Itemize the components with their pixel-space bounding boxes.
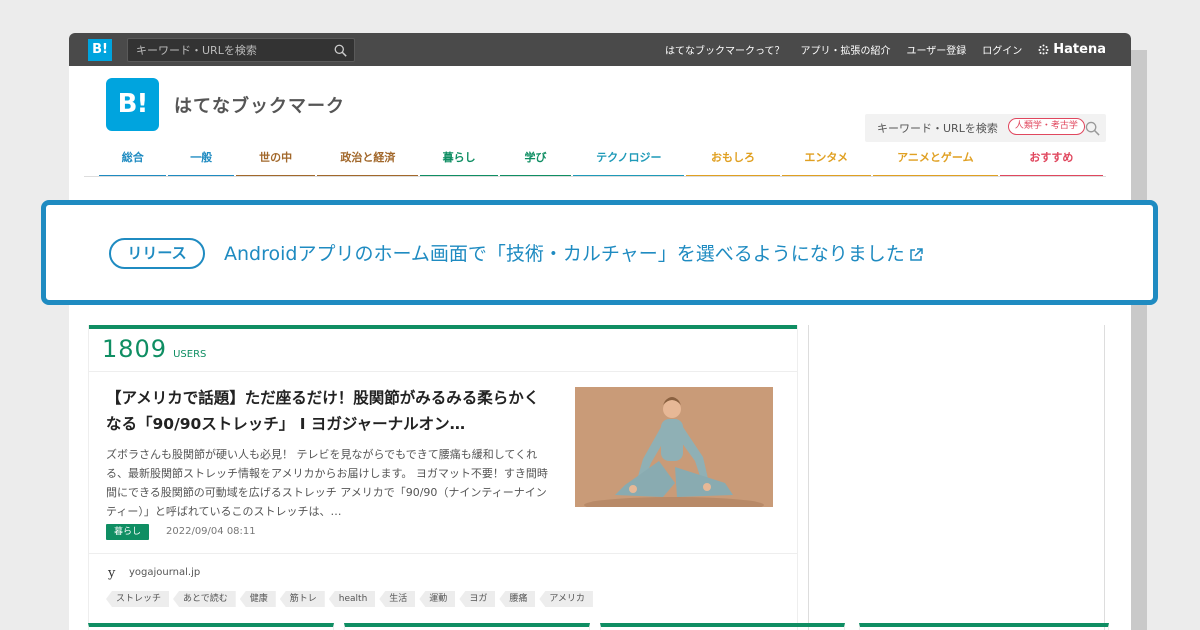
sidebar-column bbox=[808, 325, 1105, 630]
category-tab-label: 一般 bbox=[190, 151, 213, 164]
category-tab[interactable]: おもしろ bbox=[686, 150, 780, 177]
category-tab[interactable]: 学び bbox=[499, 150, 572, 177]
search-icon[interactable] bbox=[1085, 121, 1100, 136]
entry-card-preview bbox=[344, 623, 590, 630]
bookmark-users[interactable]: 1809 USERS bbox=[102, 335, 206, 363]
category-tab-label: テクノロジー bbox=[596, 151, 662, 164]
category-divider bbox=[84, 176, 1106, 177]
users-label: USERS bbox=[173, 349, 207, 360]
window-shadow bbox=[1131, 50, 1147, 630]
search-icon[interactable] bbox=[334, 44, 347, 57]
external-link-icon bbox=[909, 247, 923, 261]
nav-login[interactable]: ログイン bbox=[982, 42, 1022, 57]
entry-tags: ストレッチ あとで読む 健康 筋トレ health 生活 運動 ヨガ 腰痛 アメリカ bbox=[106, 591, 593, 607]
entry-tag[interactable]: ストレッチ bbox=[106, 591, 170, 607]
global-search-input[interactable] bbox=[128, 39, 354, 62]
entry-tag[interactable]: アメリカ bbox=[539, 591, 593, 607]
entry-card-preview bbox=[859, 623, 1109, 630]
category-tab[interactable]: 一般 bbox=[168, 150, 234, 177]
entry-thumbnail[interactable] bbox=[575, 387, 773, 507]
release-announcement[interactable]: リリース Androidアプリのホーム画面で「技術・カルチャー」を選べるようにな… bbox=[41, 200, 1158, 305]
hatena-logo[interactable]: Hatena bbox=[1038, 42, 1106, 57]
next-entries-row bbox=[88, 623, 1109, 630]
category-tab-label: 政治と経済 bbox=[340, 151, 396, 164]
category-tab[interactable]: 暮らし bbox=[420, 150, 498, 177]
hatena-bookmark-small-logo[interactable]: B! bbox=[88, 39, 112, 61]
category-tab-label: アニメとゲーム bbox=[897, 151, 974, 164]
category-tab[interactable]: テクノロジー bbox=[573, 150, 685, 177]
hatena-logo-text: Hatena bbox=[1053, 42, 1106, 57]
entry-card-preview bbox=[88, 623, 334, 630]
category-tab-label: 総合 bbox=[121, 151, 144, 164]
nav-about[interactable]: はてなブックマークって？ bbox=[665, 42, 785, 57]
category-tab[interactable]: おすすめ 人類学・考古学 bbox=[999, 118, 1103, 177]
category-tab-label: エンタメ bbox=[804, 151, 849, 164]
entry-tag[interactable]: あとで読む bbox=[173, 591, 236, 607]
global-nav: はてなブックマークって？ アプリ・拡張の紹介 ユーザー登録 ログイン Haten… bbox=[665, 33, 1106, 66]
users-count: 1809 bbox=[102, 335, 168, 363]
global-search bbox=[127, 38, 355, 62]
entry-summary: ズボラさんも股関節が硬い人も必見！ テレビを見ながらでもできて腰痛も緩和してくれ… bbox=[106, 448, 548, 518]
announcement-message[interactable]: Androidアプリのホーム画面で「技術・カルチャー」を選べるようになりました bbox=[224, 239, 924, 269]
category-tab[interactable]: 世の中 bbox=[235, 150, 316, 177]
category-tab[interactable]: エンタメ bbox=[781, 150, 871, 177]
category-tab-label: おすすめ bbox=[1029, 151, 1074, 164]
site-favicon-icon: y bbox=[108, 566, 116, 581]
announcement-text: Androidアプリのホーム画面で「技術・カルチャー」を選べるようになりました bbox=[224, 243, 905, 265]
category-tab-label: 暮らし bbox=[442, 151, 476, 164]
nav-apps[interactable]: アプリ・拡張の紹介 bbox=[800, 42, 890, 57]
recommend-topic-badge[interactable]: 人類学・考古学 bbox=[1007, 118, 1085, 135]
global-header: B! はてなブックマークって？ アプリ・拡張の紹介 ユーザー登録 ログイン Ha… bbox=[69, 33, 1131, 66]
entry-tag[interactable]: 腰痛 bbox=[499, 591, 536, 607]
entry-tag[interactable]: 健康 bbox=[239, 591, 276, 607]
entry-title[interactable]: 【アメリカで話題】ただ座るだけ！股関節がみるみる柔らかくなる「90/90ストレッ… bbox=[106, 385, 546, 437]
category-nav: 総合 一般 世の中 政治と経済 暮らし 学び テクノロジー おもしろ エンタメ アニメとゲーム おす… bbox=[99, 118, 1105, 177]
entry-card-preview bbox=[600, 623, 845, 630]
category-tab-label: 世の中 bbox=[259, 151, 293, 164]
category-tab[interactable]: アニメとゲーム bbox=[872, 150, 998, 177]
hatena-dots-icon bbox=[1038, 44, 1049, 55]
entry-tag[interactable]: 運動 bbox=[419, 591, 456, 607]
category-tab[interactable]: 政治と経済 bbox=[317, 150, 419, 177]
entry-card: 1809 USERS 【アメリカで話題】ただ座るだけ！股関節がみるみる柔らかくな… bbox=[88, 325, 798, 630]
entry-tag[interactable]: ヨガ bbox=[459, 591, 496, 607]
entry-tag[interactable]: 生活 bbox=[379, 591, 416, 607]
entry-date: 2022/09/04 08:11 bbox=[166, 526, 256, 537]
entry-divider bbox=[89, 553, 797, 554]
entry-divider bbox=[89, 371, 797, 372]
entry-tag[interactable]: 筋トレ bbox=[279, 591, 325, 607]
nav-signup[interactable]: ユーザー登録 bbox=[906, 42, 966, 57]
entry-domain[interactable]: yogajournal.jp bbox=[129, 567, 200, 578]
entry-tag[interactable]: health bbox=[328, 591, 376, 607]
entry-card-accent bbox=[89, 325, 797, 329]
yoga-photo-image bbox=[575, 387, 773, 507]
entry-category-label[interactable]: 暮らし bbox=[106, 524, 150, 540]
category-tab-label: 学び bbox=[524, 151, 547, 164]
browser-window: B! はてなブックマークって？ アプリ・拡張の紹介 ユーザー登録 ログイン Ha… bbox=[69, 33, 1131, 630]
release-tag: リリース bbox=[109, 238, 205, 269]
category-tab[interactable]: 総合 bbox=[99, 150, 167, 177]
hatena-bookmark-logo[interactable]: B! bbox=[106, 78, 159, 131]
site-brand[interactable]: はてなブックマーク bbox=[174, 92, 345, 118]
category-tab-label: おもしろ bbox=[710, 151, 755, 164]
